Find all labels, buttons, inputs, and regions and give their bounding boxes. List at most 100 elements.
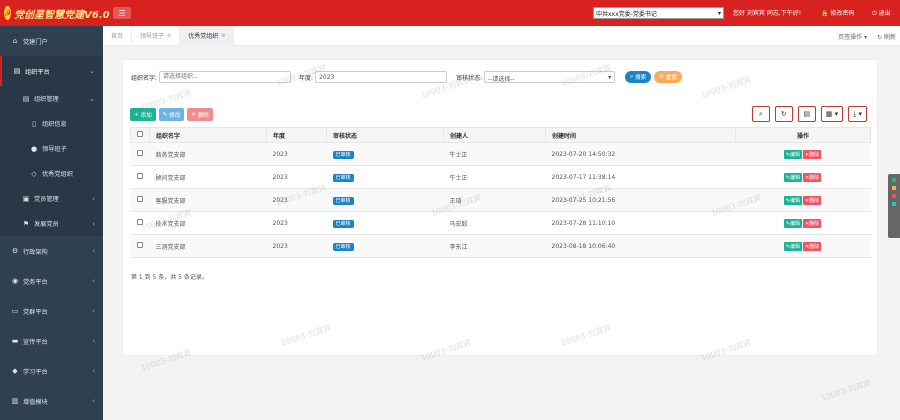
sidebar-item-org-management[interactable]: ▤ 组织管理 ⌄ — [0, 86, 103, 111]
row-edit-button[interactable]: ✎编辑 — [783, 218, 802, 228]
search-button-label: 搜索 — [635, 75, 647, 81]
row-edit-button[interactable]: ✎编辑 — [783, 241, 802, 251]
status-label: 审核状态: — [456, 74, 483, 82]
search-button[interactable]: ⌕ 搜索 — [625, 71, 652, 83]
row-checkbox[interactable] — [136, 242, 143, 248]
cell-actions: ✎编辑 ✕删除 — [735, 165, 871, 189]
sidebar-item-publicity[interactable]: ▬ 宣传平台 ‹ — [0, 326, 103, 356]
logout-label: 退出 — [878, 10, 891, 17]
col-header-actions: 操作 — [735, 127, 871, 143]
refresh-button[interactable]: ↻ 刷新 — [877, 32, 896, 41]
year-input[interactable]: 2023 — [315, 71, 448, 83]
row-checkbox[interactable] — [136, 196, 143, 202]
chevron-left-icon: ‹ — [92, 337, 95, 345]
sidebar-item-admin-structure[interactable]: ⚙ 行政架构 ‹ — [0, 236, 103, 266]
add-button[interactable]: + 添加 — [130, 108, 156, 121]
sidebar-item-label: 党群平台 — [23, 308, 48, 316]
change-password-link[interactable]: 🔒 修改密码 — [821, 8, 854, 17]
logout-link[interactable]: ⏻ 退出 — [872, 8, 891, 18]
edit-button[interactable]: ✎ 修改 — [158, 108, 185, 121]
col-header-status[interactable]: 审核状态 — [326, 127, 444, 143]
select-all-checkbox[interactable] — [137, 131, 143, 137]
sidebar-item-member-development[interactable]: ⚑ 发展党员 ‹ — [0, 211, 103, 236]
chevron-down-icon: ▾ — [608, 74, 612, 81]
table-row[interactable]: 技术党支部 2023 已审核 马宏毅 2023-07-28 11:10:10 ✎… — [130, 211, 871, 235]
row-delete-button[interactable]: ✕删除 — [803, 172, 822, 182]
row-checkbox[interactable] — [136, 173, 143, 179]
row-select-cell — [130, 234, 150, 258]
sidebar-item-party-masses[interactable]: ▭ 党群平台 ‹ — [0, 296, 103, 326]
sidebar-item-value-added[interactable]: ▥ 增值模块 ‹ — [0, 386, 103, 416]
export-icon[interactable]: ⤓ ▾ — [848, 106, 867, 122]
toggle-view-icon[interactable]: ▤ — [797, 106, 816, 122]
status-badge: 已审核 — [332, 219, 354, 228]
row-edit-label: 编辑 — [789, 151, 800, 158]
row-delete-label: 删除 — [809, 151, 820, 158]
col-header-year[interactable]: 年度 — [266, 127, 327, 143]
close-icon[interactable]: ⊗ — [167, 33, 171, 39]
flag-icon: ⚑ — [22, 219, 30, 228]
refresh-icon[interactable]: ↻ — [774, 106, 793, 122]
tab-leadership[interactable]: 领导班子 ⊗ — [132, 25, 181, 46]
content-panel: 组织名字: 年度: 2023 审核状态: --请选择-- ▾ ⌕ 搜索 ↻ 重置… — [122, 59, 878, 356]
reset-button[interactable]: ↻ 重置 — [654, 71, 682, 83]
lock-icon: 🔒 — [821, 10, 829, 17]
tab-home[interactable]: 首页 — [103, 25, 133, 46]
sidebar-item-org-info[interactable]: ▯ 组织信息 — [0, 111, 103, 136]
sidebar-item-leadership[interactable]: ● 领导班子 — [0, 136, 103, 161]
row-checkbox[interactable] — [136, 219, 143, 225]
table-row[interactable]: 商务党支部 2023 已审核 牛士正 2023-07-20 14:50:32 ✎… — [130, 142, 871, 166]
sidebar-item-portal[interactable]: ⌂ 党建门户 — [0, 26, 103, 56]
sidebar-item-label: 党建门户 — [23, 38, 48, 46]
row-delete-button[interactable]: ✕删除 — [803, 218, 822, 228]
tab-excellent-org[interactable]: 优秀党组织 ⊗ — [180, 25, 235, 46]
cell-status: 已审核 — [326, 234, 444, 258]
bookmark-icon: ▯ — [32, 119, 36, 128]
cell-year: 2023 — [266, 234, 327, 258]
col-header-created[interactable]: 创建时间 — [545, 127, 736, 143]
table-tools: ⌕ ↻ ▤ ▦ ▾ ⤓ ▾ — [751, 106, 867, 122]
tab-label: 首页 — [111, 33, 124, 40]
sidebar-item-excellent-org[interactable]: ◇ 优秀党组织 — [0, 161, 103, 186]
change-password-label: 修改密码 — [830, 10, 855, 17]
row-edit-label: 编辑 — [789, 243, 800, 250]
diamond-icon: ◇ — [31, 169, 37, 178]
table-row[interactable]: 客服党支部 2023 已审核 王琦 2023-07-25 10:21:56 ✎编… — [130, 188, 871, 212]
row-edit-button[interactable]: ✎编辑 — [783, 195, 802, 205]
col-header-creator[interactable]: 创建人 — [443, 127, 546, 143]
org-role-select[interactable]: 中共xxx党委-党委书记 ▾ — [593, 7, 724, 19]
row-checkbox[interactable] — [136, 150, 143, 156]
delete-button[interactable]: ✕ 删除 — [187, 108, 214, 121]
row-edit-button[interactable]: ✎编辑 — [783, 149, 802, 159]
year-label: 年度: — [299, 74, 314, 82]
reset-button-label: 重置 — [665, 75, 677, 81]
tabs-actions: 页签操作 ▾ ↻ 刷新 — [838, 26, 896, 46]
sidebar-item-party-affairs[interactable]: ◉ 党务平台 ‹ — [0, 266, 103, 296]
search-toggle-icon[interactable]: ⌕ — [751, 106, 770, 122]
search-form: 组织名字: 年度: 2023 审核状态: --请选择-- ▾ ⌕ 搜索 ↻ 重置 — [131, 71, 682, 83]
sidebar-item-learning[interactable]: ◆ 学习平台 ‹ — [0, 356, 103, 386]
org-name-input[interactable] — [159, 71, 292, 83]
sidebar-item-member-management[interactable]: ▣ 党员管理 ‹ — [0, 186, 103, 211]
close-icon[interactable]: ⊗ — [221, 33, 225, 39]
table-body: 商务党支部 2023 已审核 牛士正 2023-07-20 14:50:32 ✎… — [130, 142, 871, 258]
status-dot — [892, 178, 896, 182]
status-dot — [892, 202, 896, 206]
col-header-name[interactable]: 组织名字 — [149, 127, 267, 143]
cell-actions: ✎编辑 ✕删除 — [735, 211, 871, 235]
row-delete-button[interactable]: ✕删除 — [803, 241, 822, 251]
menu-toggle-icon[interactable]: ☰ — [113, 7, 131, 19]
table-row[interactable]: 三测党支部 2023 已审核 李东江 2023-08-18 10:06:40 ✎… — [130, 234, 871, 258]
action-toolbar: + 添加 ✎ 修改 ✕ 删除 — [130, 108, 214, 121]
row-delete-button[interactable]: ✕删除 — [803, 195, 822, 205]
page-ops-dropdown[interactable]: 页签操作 ▾ — [838, 32, 867, 41]
floating-side-widget[interactable] — [888, 174, 900, 238]
sidebar-item-org-platform[interactable]: ▤ 组织平台 ⌄ — [0, 56, 103, 86]
select-all-cell — [130, 127, 150, 143]
status-select[interactable]: --请选择-- ▾ — [484, 71, 616, 83]
row-edit-button[interactable]: ✎编辑 — [783, 172, 802, 182]
table-row[interactable]: 顾问党支部 2023 已审核 牛士正 2023-07-17 11:38:14 ✎… — [130, 165, 871, 189]
sidebar-item-label: 党务平台 — [23, 278, 48, 286]
row-delete-button[interactable]: ✕删除 — [803, 149, 822, 159]
columns-icon[interactable]: ▦ ▾ — [820, 106, 844, 122]
